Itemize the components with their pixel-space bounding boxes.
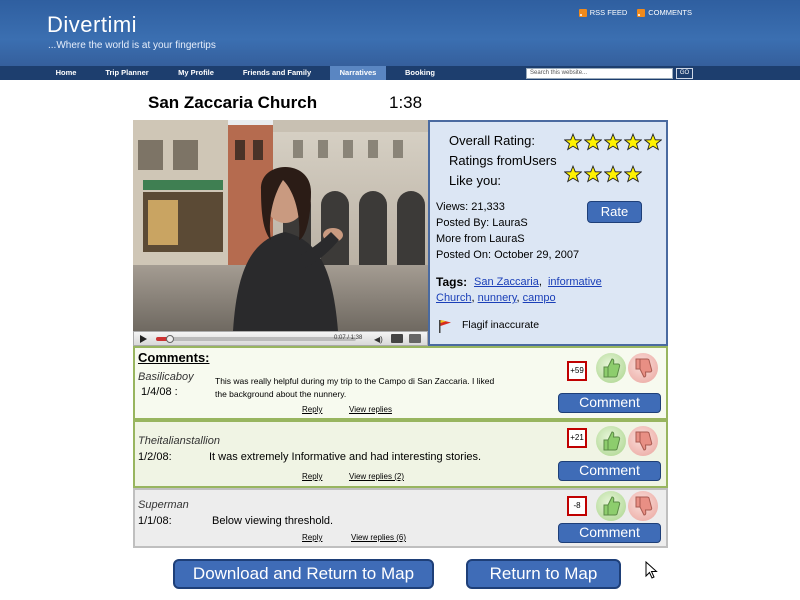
- comments-feed-link[interactable]: COMMENTS: [637, 8, 692, 17]
- tag-list-line2: Church, nunnery, campo: [436, 292, 556, 304]
- return-to-map-button[interactable]: Return to Map: [466, 559, 621, 589]
- comment-button[interactable]: Comment: [558, 461, 661, 481]
- comment-item: Superman 1/1/08: Below viewing threshold…: [133, 488, 668, 548]
- search-go-button[interactable]: GO: [676, 68, 693, 79]
- star-icon: [624, 165, 642, 183]
- user-rating-stars: [564, 165, 642, 183]
- flag-inaccurate-link[interactable]: Flagif inaccurate: [462, 319, 539, 331]
- rate-button[interactable]: Rate: [587, 201, 642, 223]
- view-replies-link[interactable]: View replies (2): [349, 472, 404, 481]
- volume-icon[interactable]: ◀): [374, 335, 383, 344]
- comment-text-line1: This was really helpful during my trip t…: [215, 376, 495, 386]
- rss-icon: [637, 8, 646, 17]
- video-info-panel: Overall Rating: Ratings fromUsers Like y…: [428, 120, 668, 346]
- view-replies-link[interactable]: View replies (6): [351, 533, 406, 542]
- seek-handle[interactable]: [166, 335, 174, 343]
- tab-narratives[interactable]: Narratives: [330, 66, 386, 80]
- comment-author[interactable]: Superman: [138, 499, 189, 511]
- reply-link[interactable]: Reply: [302, 472, 322, 481]
- search-input[interactable]: Search this website...: [526, 68, 673, 79]
- site-tagline: ...Where the world is at your fingertips: [48, 40, 216, 51]
- comment-score: +21: [567, 428, 587, 448]
- feed-links: RSS FEED COMMENTS: [578, 8, 692, 17]
- comments-feed-label: COMMENTS: [648, 8, 692, 17]
- comment-date: 1/4/08 :: [141, 386, 178, 398]
- video-time-readout: 0:07 / 1:38: [334, 335, 363, 341]
- tag-link[interactable]: campo: [523, 292, 556, 304]
- comment-text-line2: the background about the nunnery.: [215, 389, 347, 399]
- page: Divertimi ...Where the world is at your …: [0, 0, 800, 600]
- star-icon: [644, 133, 662, 151]
- fullscreen-icon[interactable]: [409, 334, 421, 343]
- reply-link[interactable]: Reply: [302, 405, 322, 414]
- tag-link[interactable]: Church: [436, 292, 471, 304]
- user-rating-label: Ratings fromUsers: [449, 153, 557, 168]
- thumbs-down-icon[interactable]: [628, 426, 658, 456]
- comment-score: +59: [567, 361, 587, 381]
- site-logo[interactable]: Divertimi: [47, 12, 137, 38]
- comment-author[interactable]: Basilicaboy: [138, 371, 194, 383]
- posted-on: Posted On: October 29, 2007: [436, 249, 580, 261]
- play-icon[interactable]: [140, 335, 147, 343]
- rss-icon: [578, 8, 587, 17]
- video-frame-image: [133, 120, 428, 331]
- star-icon: [604, 165, 622, 183]
- screen-size-icon[interactable]: [391, 334, 403, 343]
- star-icon: [564, 133, 582, 151]
- overall-rating-stars: [564, 133, 662, 151]
- tab-home[interactable]: Home: [44, 66, 88, 80]
- tag-link[interactable]: San Zaccaria: [474, 276, 539, 288]
- seek-bar[interactable]: [156, 335, 356, 343]
- rss-feed-link[interactable]: RSS FEED: [578, 8, 628, 17]
- star-icon: [584, 165, 602, 183]
- posted-by: Posted By: LauraS: [436, 217, 528, 229]
- comment-button[interactable]: Comment: [558, 523, 661, 543]
- tags-label: Tags:: [436, 275, 468, 289]
- thumbs-down-icon[interactable]: [628, 353, 658, 383]
- star-icon: [624, 133, 642, 151]
- comment-author[interactable]: Theitalianstallion: [138, 435, 220, 447]
- comment-date: 1/2/08:: [138, 451, 172, 463]
- view-replies-link[interactable]: View replies: [349, 405, 392, 414]
- rss-feed-label: RSS FEED: [589, 8, 628, 17]
- download-and-return-button[interactable]: Download and Return to Map: [173, 559, 434, 589]
- flag-icon[interactable]: [438, 319, 452, 333]
- comment-item: Comments: Basilicaboy 1/4/08 : This was …: [133, 346, 668, 420]
- comment-score: -8: [567, 496, 587, 516]
- overall-rating-label: Overall Rating:: [449, 133, 535, 148]
- comments-heading: Comments:: [138, 350, 210, 365]
- comment-text-line1: Below viewing threshold.: [212, 515, 334, 527]
- video-duration: 1:38: [389, 93, 423, 112]
- thumbs-up-icon[interactable]: [596, 353, 626, 383]
- thumbs-down-icon[interactable]: [628, 491, 658, 521]
- video-title: San Zaccaria Church: [148, 93, 318, 112]
- star-icon: [584, 133, 602, 151]
- tab-friends-and-family[interactable]: Friends and Family: [232, 66, 322, 80]
- star-icon: [604, 133, 622, 151]
- video-controls: 0:07 / 1:38 ◀): [133, 331, 428, 346]
- comment-button[interactable]: Comment: [558, 393, 661, 413]
- tag-list-line1: San Zaccaria, informative: [474, 276, 602, 288]
- more-from-link[interactable]: More from LauraS: [436, 233, 525, 245]
- thumbs-up-icon[interactable]: [596, 426, 626, 456]
- mouse-cursor-icon: [645, 561, 658, 579]
- comment-date: 1/1/08:: [138, 515, 172, 527]
- tab-trip-planner[interactable]: Trip Planner: [96, 66, 158, 80]
- views-count: Views: 21,333: [436, 201, 505, 213]
- video-player[interactable]: [133, 120, 428, 331]
- site-header: Divertimi ...Where the world is at your …: [0, 0, 800, 66]
- thumbs-up-icon[interactable]: [596, 491, 626, 521]
- tab-booking[interactable]: Booking: [396, 66, 444, 80]
- reply-link[interactable]: Reply: [302, 533, 322, 542]
- comment-item: Theitalianstallion 1/2/08: It was extrem…: [133, 420, 668, 488]
- star-icon: [564, 165, 582, 183]
- tag-link[interactable]: nunnery: [478, 292, 517, 304]
- comment-text-line1: It was extremely Informative and had int…: [209, 451, 482, 463]
- tab-my-profile[interactable]: My Profile: [168, 66, 224, 80]
- user-rating-label-2: Like you:: [449, 173, 502, 188]
- tag-link[interactable]: informative: [548, 276, 602, 288]
